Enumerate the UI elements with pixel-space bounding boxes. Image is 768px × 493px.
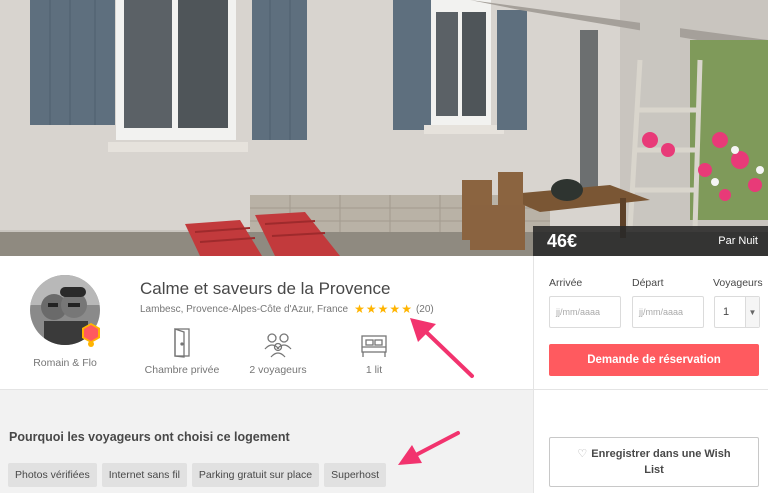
star-icon: ★ (389, 302, 401, 316)
guests-value: 1 (723, 306, 730, 318)
host-avatar-wrap[interactable] (30, 275, 100, 347)
amenity-label: 1 lit (365, 364, 383, 376)
checkout-label: Départ (632, 277, 664, 289)
tag-verified-photos: Photos vérifiées (8, 463, 97, 487)
guests-select[interactable]: 1 ▼ (714, 296, 760, 328)
booking-panel: Arrivée Départ Voyageurs jj/mm/aaaa jj/m… (533, 256, 768, 390)
amenity-room-type: Chambre privée (132, 328, 232, 376)
heart-icon: ♡ (577, 448, 588, 460)
listing-location[interactable]: Lambesc, Provence-Alpes-Côte d'Azur, Fra… (140, 304, 348, 315)
tag-free-parking: Parking gratuit sur place (191, 463, 320, 487)
amenity-label: 2 voyageurs (249, 364, 307, 376)
amenity-guests: 2 voyageurs (228, 328, 328, 376)
wishlist-panel: ♡ Enregistrer dans une Wish List (533, 390, 768, 493)
star-icon: ★ (401, 302, 412, 316)
rating-stars[interactable]: ★ ★ ★ ★ ★ (354, 303, 413, 315)
feature-tags: Photos vérifiées Internet sans fil Parki… (8, 463, 391, 487)
price-box: 46€ Par Nuit (533, 226, 768, 256)
checkout-input[interactable]: jj/mm/aaaa (632, 296, 704, 328)
star-icon: ★ (377, 302, 389, 316)
chevron-down-icon: ▼ (745, 297, 759, 327)
bed-icon (324, 328, 424, 358)
price-value: 46€ (547, 230, 578, 251)
checkin-label: Arrivée (549, 277, 583, 289)
guests-label: Voyageurs (713, 277, 763, 289)
amenity-label: Chambre privée (144, 364, 220, 376)
price-unit: Par Nuit (718, 235, 758, 247)
checkin-input[interactable]: jj/mm/aaaa (549, 296, 621, 328)
tag-superhost: Superhost (324, 463, 387, 487)
door-icon (132, 328, 232, 358)
tag-wifi: Internet sans fil (101, 463, 187, 487)
review-count[interactable]: (20) (416, 304, 434, 315)
star-icon: ★ (354, 302, 365, 316)
listing-title: Calme et saveurs de la Provence (140, 279, 391, 298)
wishlist-button[interactable]: ♡ Enregistrer dans une Wish List (549, 437, 759, 487)
location-line: Lambesc, Provence-Alpes-Côte d'Azur, Fra… (140, 303, 434, 315)
guests-icon (228, 328, 328, 358)
listing-photo[interactable] (0, 0, 768, 256)
listing-summary: Romain & Flo Calme et saveurs de la Prov… (0, 256, 533, 390)
host-name[interactable]: Romain & Flo (20, 357, 110, 369)
wishlist-label: Enregistrer dans une Wish List (591, 448, 731, 476)
book-button[interactable]: Demande de réservation (549, 344, 759, 376)
superhost-badge-icon (82, 323, 100, 347)
star-icon: ★ (365, 302, 377, 316)
why-title: Pourquoi les voyageurs ont choisi ce log… (9, 430, 290, 444)
amenity-beds: 1 lit (324, 328, 424, 376)
